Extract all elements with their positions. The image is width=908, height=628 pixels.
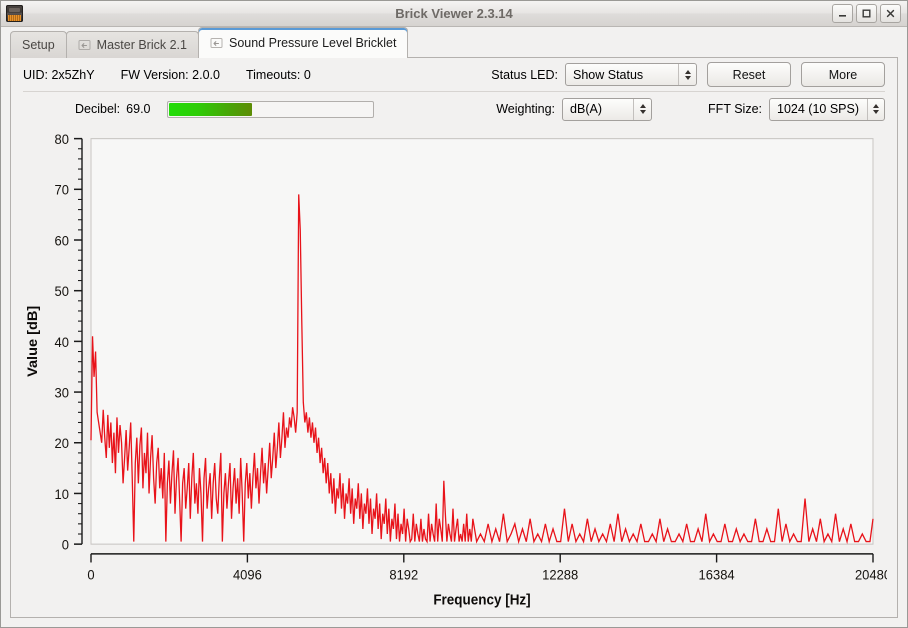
svg-text:60: 60 bbox=[55, 233, 69, 249]
weighting-select[interactable]: dB(A) bbox=[562, 97, 653, 121]
window-controls bbox=[832, 4, 907, 23]
svg-text:Value [dB]: Value [dB] bbox=[24, 306, 39, 377]
close-button[interactable] bbox=[880, 4, 901, 23]
content-panel: UID: 2x5ZhY FW Version: 2.0.0 Timeouts: … bbox=[10, 58, 898, 618]
brick-viewer-window: Brick Viewer 2.3.14 Setup Master Brick 2… bbox=[0, 0, 908, 628]
timeouts-field: Timeouts: 0 bbox=[246, 68, 311, 82]
back-arrow-icon bbox=[210, 37, 223, 49]
svg-text:0: 0 bbox=[62, 537, 69, 553]
uid-label: UID: bbox=[23, 67, 48, 82]
more-button[interactable]: More bbox=[801, 62, 885, 87]
svg-text:4096: 4096 bbox=[233, 567, 262, 583]
measurement-row: Decibel: 69.0 Weighting: dB(A) FFT Size:… bbox=[11, 92, 897, 126]
maximize-button[interactable] bbox=[856, 4, 877, 23]
svg-text:50: 50 bbox=[55, 284, 69, 300]
window-title: Brick Viewer 2.3.14 bbox=[395, 6, 513, 21]
tab-setup[interactable]: Setup bbox=[10, 31, 67, 58]
tab-setup-label: Setup bbox=[22, 38, 55, 52]
tab-sound-pressure-level-bricklet-label: Sound Pressure Level Bricklet bbox=[228, 36, 397, 50]
svg-text:70: 70 bbox=[55, 182, 69, 198]
chevron-updown-icon bbox=[678, 64, 696, 85]
status-led-value: Show Status bbox=[573, 67, 644, 82]
fw-version-field: FW Version: 2.0.0 bbox=[121, 68, 220, 82]
minimize-button[interactable] bbox=[832, 4, 853, 23]
weighting-label: Weighting: bbox=[496, 102, 556, 116]
timeouts-label: Timeouts: bbox=[245, 67, 301, 82]
device-info-row: UID: 2x5ZhY FW Version: 2.0.0 Timeouts: … bbox=[11, 58, 897, 91]
fft-size-label: FFT Size: bbox=[708, 102, 762, 116]
timeouts-value: 0 bbox=[303, 67, 311, 82]
fft-size-value: 1024 (10 SPS) bbox=[777, 102, 859, 116]
back-arrow-icon bbox=[78, 39, 91, 51]
chevron-updown-icon bbox=[867, 98, 884, 120]
fw-version-value: 2.0.0 bbox=[192, 67, 220, 82]
svg-text:8192: 8192 bbox=[389, 567, 418, 583]
title-bar: Brick Viewer 2.3.14 bbox=[1, 1, 907, 27]
svg-text:16384: 16384 bbox=[699, 567, 736, 583]
tab-sound-pressure-level-bricklet[interactable]: Sound Pressure Level Bricklet bbox=[197, 27, 409, 58]
status-led-label: Status LED: bbox=[491, 67, 558, 82]
weighting-value: dB(A) bbox=[570, 102, 602, 116]
svg-text:30: 30 bbox=[55, 385, 69, 401]
svg-text:Frequency [Hz]: Frequency [Hz] bbox=[433, 591, 530, 608]
reset-button[interactable]: Reset bbox=[707, 62, 791, 87]
spectrum-chart: 0 10 20 30 40 50 60 70 80 0 4096 8192 12288 16384 2048… bbox=[21, 130, 887, 611]
svg-text:20: 20 bbox=[55, 436, 69, 452]
svg-text:40: 40 bbox=[55, 334, 69, 350]
svg-text:12288: 12288 bbox=[542, 567, 578, 583]
fw-version-label: FW Version: bbox=[120, 67, 189, 82]
tab-bar: Setup Master Brick 2.1 Sound Pressure Le… bbox=[1, 27, 907, 58]
svg-text:80: 80 bbox=[55, 132, 69, 148]
spectrum-chart-svg: 0 10 20 30 40 50 60 70 80 0 4096 8192 12288 16384 2048… bbox=[24, 132, 887, 608]
decibel-progress-bar bbox=[166, 100, 374, 118]
tab-master-brick[interactable]: Master Brick 2.1 bbox=[65, 31, 199, 58]
decibel-value: 69.0 bbox=[126, 102, 151, 116]
uid-value: 2x5ZhY bbox=[51, 67, 95, 82]
status-led-select[interactable]: Show Status bbox=[565, 63, 697, 86]
svg-text:0: 0 bbox=[87, 567, 94, 583]
uid-field: UID: 2x5ZhY bbox=[23, 68, 95, 82]
decibel-label: Decibel: bbox=[75, 102, 121, 116]
fft-size-select[interactable]: 1024 (10 SPS) bbox=[769, 97, 885, 121]
chevron-updown-icon bbox=[633, 98, 651, 120]
svg-text:20480: 20480 bbox=[855, 567, 887, 583]
decibel-progress-fill bbox=[168, 102, 252, 116]
svg-text:10: 10 bbox=[55, 486, 69, 502]
tab-master-brick-label: Master Brick 2.1 bbox=[96, 38, 187, 52]
brick-chip-icon bbox=[6, 5, 23, 22]
